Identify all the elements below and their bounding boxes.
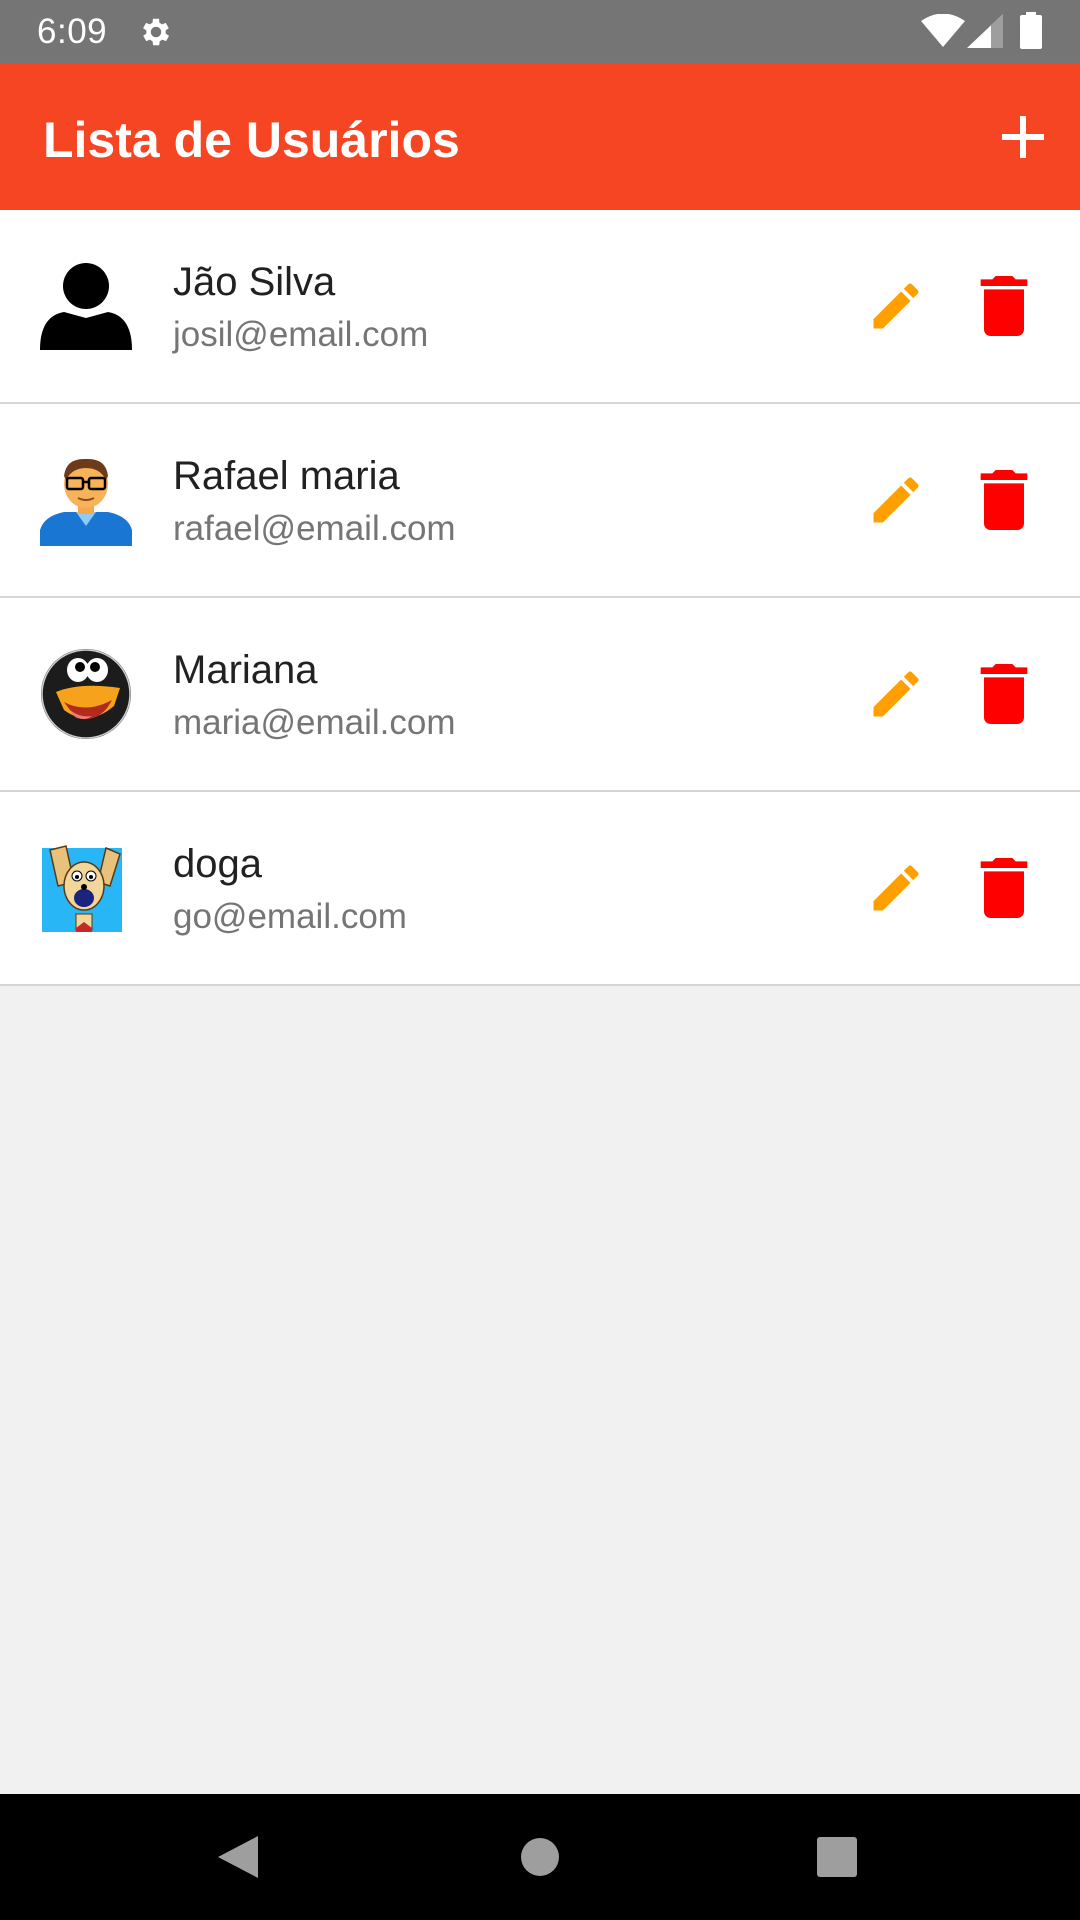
list-item[interactable]: Mariana maria@email.com bbox=[0, 598, 1080, 792]
trash-icon bbox=[980, 470, 1028, 530]
navigation-bar bbox=[0, 1794, 1080, 1920]
edit-button[interactable] bbox=[866, 470, 926, 530]
user-name: Mariana bbox=[173, 648, 318, 692]
user-list: Jão Silva josil@email.com Rafael maria r… bbox=[0, 210, 1080, 986]
wifi-icon bbox=[921, 14, 965, 47]
home-icon[interactable] bbox=[517, 1834, 563, 1880]
user-email: josil@email.com bbox=[173, 315, 429, 354]
delete-button[interactable] bbox=[978, 470, 1030, 530]
man-with-glasses-icon bbox=[40, 458, 132, 546]
trash-icon bbox=[980, 858, 1028, 918]
list-item[interactable]: doga go@email.com bbox=[0, 792, 1080, 986]
gear-icon bbox=[143, 18, 170, 46]
app-bar: Lista de Usuários bbox=[0, 63, 1080, 210]
battery-icon bbox=[1020, 12, 1042, 49]
status-time: 6:09 bbox=[37, 12, 108, 51]
page-title: Lista de Usuários bbox=[43, 112, 460, 168]
user-name: doga bbox=[173, 842, 262, 886]
edit-button[interactable] bbox=[866, 858, 926, 918]
add-user-button[interactable] bbox=[995, 109, 1051, 165]
list-item[interactable]: Jão Silva josil@email.com bbox=[0, 210, 1080, 404]
back-icon[interactable] bbox=[214, 1834, 260, 1880]
avatar bbox=[40, 648, 132, 740]
avatar bbox=[40, 842, 132, 934]
delete-button[interactable] bbox=[978, 664, 1030, 724]
recents-icon[interactable] bbox=[816, 1836, 858, 1878]
user-name: Rafael maria bbox=[173, 454, 400, 498]
delete-button[interactable] bbox=[978, 276, 1030, 336]
avatar bbox=[40, 454, 132, 546]
plus-icon bbox=[1002, 116, 1044, 158]
user-email: rafael@email.com bbox=[173, 509, 456, 548]
avatar bbox=[40, 260, 132, 352]
user-name: Jão Silva bbox=[173, 260, 336, 304]
trash-icon bbox=[980, 664, 1028, 724]
cartoon-dog-icon bbox=[42, 845, 122, 932]
signal-icon bbox=[967, 14, 1003, 48]
person-silhouette-icon bbox=[40, 263, 132, 350]
user-email: maria@email.com bbox=[173, 703, 456, 742]
status-bar: 6:09 bbox=[0, 0, 1080, 63]
edit-button[interactable] bbox=[866, 664, 926, 724]
user-email: go@email.com bbox=[173, 897, 407, 936]
delete-button[interactable] bbox=[978, 858, 1030, 918]
pencil-icon bbox=[873, 671, 919, 717]
pencil-icon bbox=[873, 865, 919, 911]
penguin-icon bbox=[41, 649, 131, 739]
edit-button[interactable] bbox=[866, 276, 926, 336]
pencil-icon bbox=[873, 283, 919, 329]
trash-icon bbox=[980, 276, 1028, 336]
list-item[interactable]: Rafael maria rafael@email.com bbox=[0, 404, 1080, 598]
pencil-icon bbox=[873, 477, 919, 523]
